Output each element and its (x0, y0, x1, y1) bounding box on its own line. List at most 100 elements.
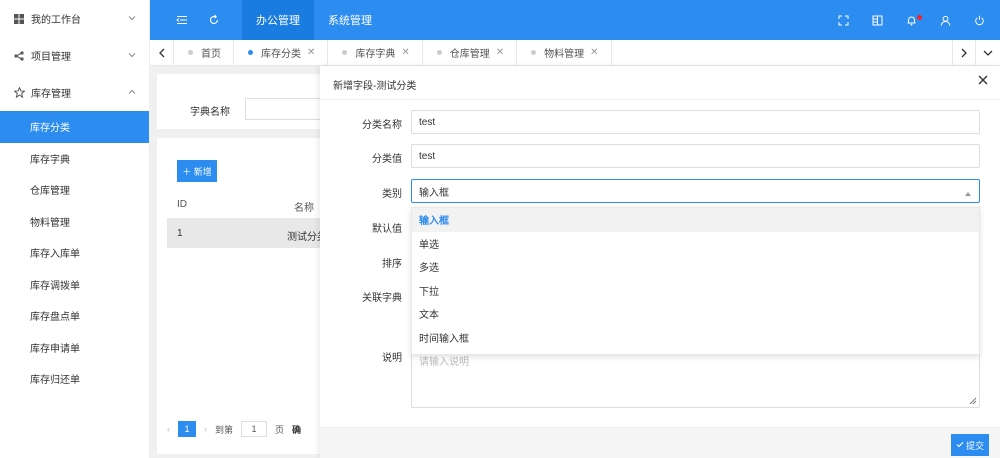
sidebar-item-label: 物料管理 (30, 217, 70, 229)
fullscreen-icon[interactable] (836, 13, 850, 27)
column-header-name: 名称 (294, 203, 314, 214)
category-name-input[interactable]: test (411, 110, 980, 134)
sidebar-item-label: 库存归还单 (30, 375, 80, 387)
prev-page-icon[interactable]: ‹ (167, 424, 170, 434)
sidebar: 我的工作台 项目管理 库存管理 库存分类 库存字典 仓库管理 物料管理 库存入库… (0, 0, 150, 458)
submit-button[interactable]: 提交 (951, 434, 989, 456)
goto-label: 到第 (215, 424, 234, 435)
top-nav-system[interactable]: 系统管理 (314, 0, 386, 40)
dropdown-option-radio[interactable]: 单选 (412, 232, 979, 256)
tabs-menu-chevron-down-icon[interactable] (976, 40, 1000, 66)
close-icon[interactable]: ✕ (307, 47, 315, 58)
sidebar-item-stock-in[interactable]: 库存入库单 (0, 237, 149, 269)
sidebar-item-label: 库存入库单 (30, 249, 80, 261)
tab-dot (248, 50, 253, 55)
close-icon[interactable]: ✕ (496, 47, 504, 58)
tab-warehouse[interactable]: 仓库管理 ✕ (423, 39, 518, 66)
notification-dot (917, 15, 922, 20)
goto-confirm-button[interactable]: 确 (292, 423, 301, 436)
tab-label: 首页 (201, 49, 221, 60)
dropdown-option-select[interactable]: 下拉 (412, 279, 979, 303)
drawer-title: 新增字段-测试分类 (333, 81, 417, 92)
refresh-icon[interactable] (198, 0, 230, 40)
tab-materials[interactable]: 物料管理 ✕ (517, 39, 612, 66)
sidebar-group-label: 我的工作台 (31, 15, 81, 26)
check-icon (956, 440, 964, 450)
power-icon[interactable] (972, 13, 986, 27)
close-icon[interactable]: ✕ (401, 47, 409, 58)
sidebar-group-projects[interactable]: 项目管理 (0, 37, 149, 74)
field-label-description: 说明 (382, 353, 402, 364)
table-row[interactable]: 1 测试分类 (167, 218, 327, 248)
tab-label: 仓库管理 (449, 49, 490, 60)
bell-icon[interactable] (904, 13, 922, 27)
add-button[interactable]: ＋ 新增 (177, 160, 217, 182)
submit-label: 提交 (965, 440, 984, 451)
tab-home[interactable]: 首页 (174, 39, 234, 66)
top-right-tools (836, 0, 986, 40)
sidebar-item-transfer[interactable]: 库存调拨单 (0, 269, 149, 301)
sidebar-group-label: 库存管理 (31, 89, 71, 100)
field-label-category-name: 分类名称 (362, 120, 402, 131)
sidebar-item-return[interactable]: 库存归还单 (0, 363, 149, 395)
drawer-footer: 提交 (320, 427, 1000, 458)
close-icon[interactable]: ✕ (590, 47, 598, 58)
dropdown-option-text[interactable]: 文本 (412, 302, 979, 326)
input-value: test (419, 150, 436, 162)
caret-up-icon (964, 189, 972, 196)
page-current[interactable]: 1 (178, 421, 196, 437)
next-page-icon[interactable]: › (204, 424, 207, 434)
sidebar-item-label: 库存盘点单 (30, 312, 80, 324)
dropdown-option-input-box[interactable]: 输入框 (412, 208, 979, 232)
page-unit-label: 页 (275, 424, 285, 435)
pagination: ‹ 1 › 到第 1 页 确 (167, 421, 301, 437)
sidebar-item-warehouse[interactable]: 仓库管理 (0, 174, 149, 206)
tab-inventory-dictionary[interactable]: 库存字典 ✕ (328, 39, 423, 66)
tab-inventory-category[interactable]: 库存分类 ✕ (234, 39, 329, 66)
add-field-drawer: 新增字段-测试分类 分类名称 test 分类值 test 类别 输入框 默认值 … (320, 66, 1000, 458)
star-icon (13, 87, 25, 99)
field-label-default-value: 默认值 (372, 224, 402, 235)
sidebar-item-materials[interactable]: 物料管理 (0, 206, 149, 238)
sidebar-group-workbench[interactable]: 我的工作台 (0, 0, 149, 37)
dropdown-option-time-input[interactable]: 时间输入框 (412, 326, 979, 350)
tab-dot (436, 50, 442, 55)
sidebar-item-request[interactable]: 库存申请单 (0, 332, 149, 364)
menu-toggle-icon[interactable] (166, 0, 198, 40)
field-label-linked-dictionary: 关联字典 (362, 293, 402, 304)
search-input[interactable] (245, 98, 327, 120)
tab-dot (342, 50, 348, 55)
windows-icon (13, 13, 25, 25)
user-icon[interactable] (938, 13, 952, 27)
sidebar-item-label: 库存调拨单 (30, 280, 80, 292)
search-panel: 字典名称 (157, 74, 327, 129)
theme-icon[interactable] (870, 13, 884, 27)
chevron-up-icon (127, 87, 137, 97)
divider (320, 99, 1000, 100)
select-value: 输入框 (419, 187, 449, 199)
tabs-scroll-right-icon[interactable] (952, 39, 976, 66)
field-label-category-value: 分类值 (372, 154, 402, 165)
input-value: test (419, 116, 436, 128)
sidebar-item-label: 仓库管理 (30, 186, 70, 198)
type-dropdown-menu: 输入框 单选 多选 下拉 文本 时间输入框 (411, 207, 980, 355)
sidebar-item-stocktake[interactable]: 库存盘点单 (0, 300, 149, 332)
top-nav-office[interactable]: 办公管理 (242, 0, 314, 40)
sidebar-item-inventory-category[interactable]: 库存分类 (0, 111, 149, 143)
sidebar-item-label: 库存申请单 (30, 343, 80, 355)
sidebar-group-inventory[interactable]: 库存管理 (0, 74, 149, 111)
search-label: 字典名称 (190, 107, 230, 118)
top-nav-label: 系统管理 (328, 15, 372, 27)
description-textarea[interactable]: 请输入说明 (411, 346, 980, 408)
sidebar-item-inventory-dictionary[interactable]: 库存字典 (0, 143, 149, 175)
sidebar-item-label: 库存分类 (30, 123, 70, 135)
resize-handle-icon[interactable] (969, 397, 977, 405)
dropdown-option-checkbox[interactable]: 多选 (412, 255, 979, 279)
goto-page-input[interactable]: 1 (241, 421, 268, 437)
tabs-bar: 首页 库存分类 ✕ 库存字典 ✕ 仓库管理 ✕ 物料管理 ✕ (150, 39, 1000, 66)
tab-label: 库存字典 (355, 49, 396, 60)
type-select[interactable]: 输入框 (411, 179, 980, 203)
category-value-input[interactable]: test (411, 144, 980, 168)
close-icon[interactable] (978, 75, 990, 87)
tabs-scroll-left-icon[interactable] (150, 39, 174, 66)
